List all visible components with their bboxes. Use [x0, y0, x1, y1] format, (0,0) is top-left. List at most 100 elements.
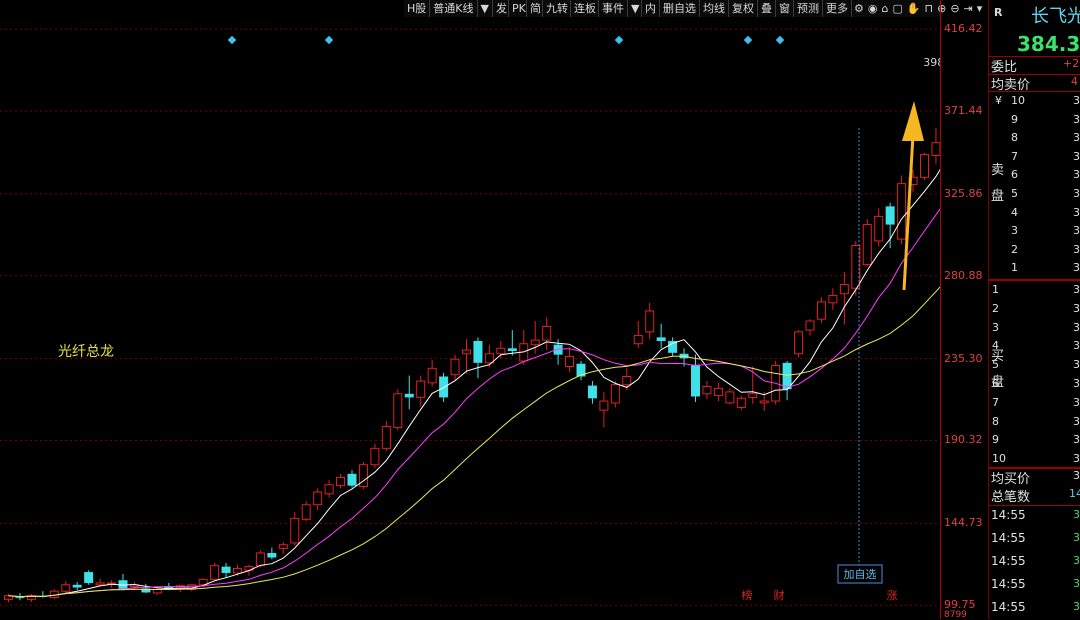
candle: [656, 337, 666, 342]
sell-level-number: 6: [1011, 168, 1018, 182]
toolbar-item[interactable]: ▼: [478, 0, 493, 17]
toolbar-item[interactable]: 发: [493, 0, 509, 17]
candle: [931, 142, 940, 156]
lock-open-icon[interactable]: ⊓: [923, 0, 936, 17]
buy-level-price: 3: [1073, 433, 1080, 447]
candle: [450, 358, 460, 376]
trade-time: 14:55: [991, 554, 1026, 568]
candle: [759, 400, 769, 404]
candle: [839, 284, 849, 295]
candle: [278, 544, 288, 549]
candle: [645, 310, 655, 333]
buy-level-price: 3: [1073, 452, 1080, 466]
candle: [221, 566, 231, 573]
lock-icon[interactable]: ▢: [890, 0, 904, 17]
avg-buy-label: 均买价: [991, 472, 1031, 487]
event-marker-icon: [227, 35, 237, 45]
buy-level-price: 3: [1073, 283, 1080, 296]
toolbar-item[interactable]: 预测: [794, 0, 823, 17]
toolbar-item[interactable]: 内: [642, 0, 660, 17]
sell-level-number: 8: [1011, 131, 1018, 145]
buy-label: 买盘: [991, 349, 1005, 390]
candle: [530, 339, 540, 346]
trade-price: 3: [1073, 508, 1080, 521]
toolbar-item[interactable]: 删自选: [660, 0, 700, 17]
toolbar-item[interactable]: ▼: [628, 0, 642, 17]
axis-tick-label: 416.42: [944, 22, 983, 36]
toolbar-item[interactable]: 复权: [729, 0, 758, 17]
total-trades-label: 总笔数: [991, 490, 1031, 505]
toolbar-item[interactable]: 普通K线: [430, 0, 478, 17]
candle: [210, 565, 220, 580]
candle: [462, 349, 471, 355]
candle: [72, 584, 82, 588]
price-axis: 416.42 371.44 325.86 280.88 235.30 190.32 144.…: [940, 0, 989, 620]
sell-level-price: 3: [1073, 261, 1080, 275]
buy-level-price: 3: [1073, 301, 1080, 315]
total-trades-value: 14: [1069, 487, 1080, 500]
settings-icon[interactable]: ⚙: [852, 0, 866, 17]
axis-tick-label: 371.44: [944, 103, 983, 117]
currency-icon: ¥: [995, 94, 1002, 107]
weibi-label: 委比: [991, 60, 1018, 75]
candle: [691, 364, 700, 397]
toolbar-item[interactable]: 均线: [700, 0, 729, 17]
trade-time: 14:55: [991, 508, 1026, 522]
candle: [324, 484, 334, 495]
candle: [255, 552, 265, 567]
buy-level-price: 3: [1073, 320, 1080, 334]
bank-icon[interactable]: ⌂: [879, 0, 890, 17]
candle: [416, 380, 426, 398]
candle: [794, 331, 804, 355]
sell-level-price: 3: [1073, 187, 1080, 200]
candle: [610, 384, 620, 404]
candle: [267, 552, 277, 558]
stock-name[interactable]: 长飞光: [1031, 2, 1080, 28]
hand-icon[interactable]: ✋: [905, 0, 923, 17]
eye-icon[interactable]: ◉: [866, 0, 880, 17]
toolbar-item[interactable]: 窗: [776, 0, 794, 17]
event-marker-icon: [775, 35, 785, 45]
axis-tick-label: 190.32: [944, 433, 983, 447]
buy-level-price: 3: [1073, 395, 1080, 409]
toolbar-item[interactable]: 更多: [823, 0, 852, 17]
sell-level-price: 3: [1073, 149, 1080, 163]
ma10-line: [8, 208, 940, 598]
toolbar-item[interactable]: PK: [509, 0, 527, 17]
candle: [725, 391, 735, 404]
weibi-value: +28: [1063, 57, 1080, 70]
candle: [736, 397, 746, 408]
candle: [393, 393, 403, 428]
arrow-up-icon: [902, 101, 924, 141]
buy-level-number: 8: [992, 414, 999, 428]
candle: [336, 476, 346, 487]
toolbar-item[interactable]: 事件: [599, 0, 628, 17]
sell-level-number: 5: [1011, 187, 1018, 200]
toolbar-item[interactable]: 简: [527, 0, 543, 17]
sell-level-price: 3: [1073, 94, 1080, 107]
event-marker-icon: [743, 35, 753, 45]
candle: [748, 393, 758, 398]
divider: [989, 91, 1080, 92]
candle: [565, 355, 575, 367]
candle: [587, 385, 597, 399]
candle: [920, 154, 929, 178]
candle: [15, 597, 25, 599]
toolbar-item[interactable]: 叠: [758, 0, 776, 17]
toolbar-item[interactable]: 连板: [571, 0, 599, 17]
candlestick-chart[interactable]: 398.31 加自选榜 财 涨 光纤总龙: [0, 17, 940, 619]
event-flag: 涨: [887, 589, 898, 602]
trade-price: 3: [1073, 554, 1080, 567]
event-marker-icon: [614, 35, 624, 45]
sell-label: 卖盘: [991, 163, 1005, 204]
sell-level-price: 3: [1073, 112, 1080, 126]
chart-toolbar: H股 普通K线 ▼ 发 PK 简九转 连板 事件 ▼ 内删自选 均线 复权叠窗预测 更多 ⚙ ◉ ⌂ ▢ ✋ ⊓ ⊕ ⊖…: [404, 0, 982, 17]
divider: [989, 279, 1080, 281]
toolbar-item[interactable]: H股: [404, 0, 431, 17]
candle: [542, 325, 552, 341]
candle: [404, 393, 414, 398]
candle: [507, 348, 517, 352]
toolbar-item[interactable]: 九转: [543, 0, 571, 17]
candle: [496, 347, 506, 355]
candle: [370, 447, 380, 466]
